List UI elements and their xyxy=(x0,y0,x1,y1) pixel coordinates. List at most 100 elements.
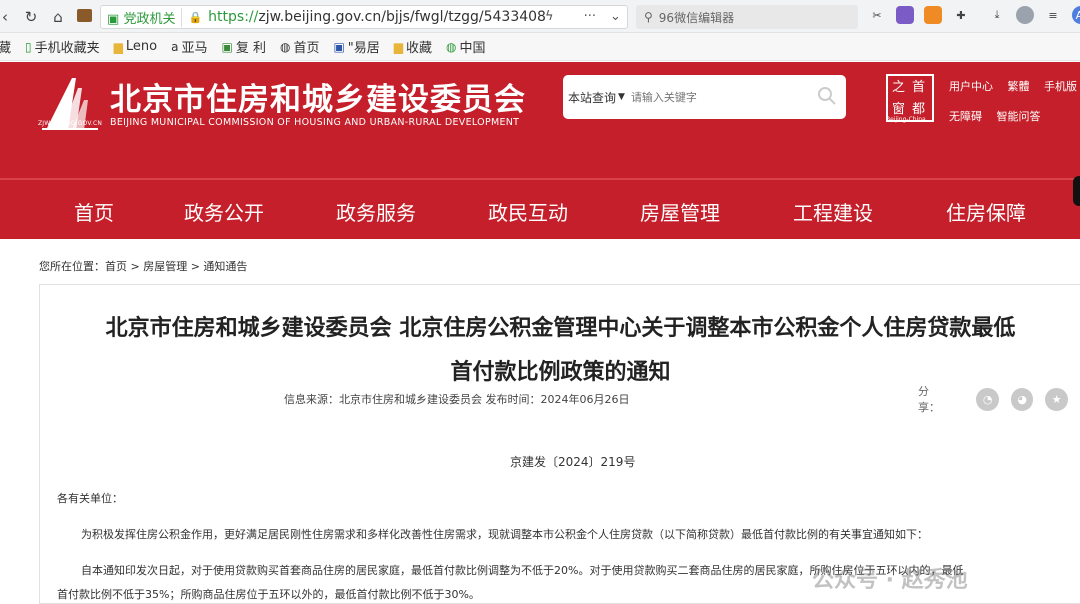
search-scope-select[interactable]: 本站查询 xyxy=(563,89,616,106)
ai-icon[interactable]: AI xyxy=(1072,6,1080,24)
bookmark-item[interactable]: ▣ 复 利 xyxy=(221,37,266,57)
logo-domain: ZJW.BEIJING.GOV.CN xyxy=(38,120,103,127)
smart-qa-link[interactable]: 智能问答 xyxy=(997,110,1041,123)
phone-icon: ▯ xyxy=(25,39,32,54)
salutation: 各有关单位： xyxy=(57,492,123,505)
browser-search[interactable]: ⚲ 96微信编辑器 xyxy=(636,5,858,29)
amazon-icon: a xyxy=(171,39,179,54)
bookmark-label: 藏 xyxy=(0,37,11,56)
share-bar: 分享： ◔ ◕ ★ xyxy=(918,383,1080,415)
refresh-icon[interactable]: ↻ xyxy=(18,4,44,30)
capital-char: 首 xyxy=(912,80,926,95)
bookmarks-bar: 藏 ▯ 手机收藏夹 ▆ Leno a 亚马 ▣ 复 利 ◍ 首页 ▣ "易居 ▆… xyxy=(0,33,1080,61)
site-search-input[interactable] xyxy=(630,90,811,104)
fox-icon[interactable] xyxy=(924,6,942,24)
app-icon: ▣ xyxy=(221,39,233,54)
site-header: ZJW.BEIJING.GOV.CN 北京市住房和城乡建设委员会 BEIJING… xyxy=(0,62,1080,178)
bookmark-label: 收藏 xyxy=(406,41,433,56)
site-badge-label: 党政机关 xyxy=(123,11,176,27)
doc-number: 京建发〔2024〕219号 xyxy=(510,455,636,469)
browser-toolbar: ‹ ↻ ⌂ ▣ 党政机关 🔒 https:// zjw.beijing.gov.… xyxy=(0,0,1080,33)
lock-icon: 🔒 xyxy=(188,10,203,24)
menu-icon[interactable]: ≡ xyxy=(1044,6,1062,24)
article-paragraph: 为积极发挥住房公积金作用，更好满足居民刚性住房需求和多样化改善性住房需求，现就调… xyxy=(81,528,928,541)
weibo-share-icon[interactable]: ◕ xyxy=(1010,387,1034,411)
more-icon[interactable]: ··· xyxy=(584,9,596,24)
address-actions: ϟ ··· ⌄ xyxy=(545,9,621,24)
nav-item-housing[interactable]: 房屋管理 xyxy=(640,197,720,226)
chevron-down-icon[interactable]: ▼ xyxy=(618,92,625,102)
puzzle-icon[interactable]: ✚ xyxy=(952,6,970,24)
top-links-row2: 无障碍 智能问答 xyxy=(949,108,1052,124)
side-tab[interactable] xyxy=(1073,176,1080,206)
nav-item-home[interactable]: 首页 xyxy=(74,197,114,226)
article-title: 北京市住房和城乡建设委员会 北京住房公积金管理中心关于调整本市公积金个人住房贷款… xyxy=(40,307,1080,395)
bookmark-item[interactable]: ▣ "易居 xyxy=(333,37,380,57)
nav-item-engineering[interactable]: 工程建设 xyxy=(793,197,873,226)
folder-icon: ▆ xyxy=(113,39,123,54)
scissors-icon[interactable]: ✂ xyxy=(868,6,886,24)
extension-icons: ✂ ✚ ⤓ ≡ AI xyxy=(868,6,1080,24)
globe-icon: ◍ xyxy=(279,39,291,54)
capital-char: 都 xyxy=(912,102,926,117)
nav-item-gov-affairs[interactable]: 政务公开 xyxy=(184,197,264,226)
home-icon[interactable]: ⌂ xyxy=(45,4,71,30)
bookmark-item[interactable]: ▆ Leno xyxy=(114,39,157,54)
bookmark-label: 亚马 xyxy=(181,41,208,56)
capital-window-logo[interactable]: 之 首 窗 都 xyxy=(886,74,934,122)
avatar-icon[interactable] xyxy=(1016,6,1034,24)
app-icon: ▣ xyxy=(333,39,345,54)
search-icon: ⚲ xyxy=(644,10,653,24)
bookmark-item[interactable]: 藏 xyxy=(0,37,11,56)
bookmark-label: "易居 xyxy=(347,41,380,56)
bookmark-label: 中国 xyxy=(459,41,486,56)
watermark: 公众号 · 赵秀池 xyxy=(812,568,968,593)
bookmark-item[interactable]: ▯ 手机收藏夹 xyxy=(25,37,100,57)
url-path: zjw.beijing.gov.cn/bjjs/fwgl/tzgg/543340… xyxy=(258,9,546,25)
article-meta: 信息来源：北京市住房和城乡建设委员会 发布时间：2024年06月26日 xyxy=(284,393,630,406)
shield-icon: ▣ xyxy=(107,11,120,27)
bookmark-label: Leno xyxy=(125,39,158,54)
bookmark-label: 复 利 xyxy=(235,41,266,56)
article: 北京市住房和城乡建设委员会 北京住房公积金管理中心关于调整本市公积金个人住房贷款… xyxy=(39,284,1080,604)
accessibility-link[interactable]: 无障碍 xyxy=(949,110,982,123)
article-paragraph: 首付款比例不低于35%；所购商品住房位于五环以外的，最低首付款比例不低于30%。 xyxy=(57,588,480,601)
briefcase-icon[interactable] xyxy=(77,9,92,22)
nav-item-gov-services[interactable]: 政务服务 xyxy=(336,197,416,226)
capital-caption: Beijing-China xyxy=(886,116,926,123)
bookmark-label: 手机收藏夹 xyxy=(34,41,100,56)
share-label: 分享： xyxy=(918,385,940,414)
capital-char: 窗 xyxy=(892,102,906,117)
commission-logo[interactable] xyxy=(38,74,104,138)
main-nav: 首页 政务公开 政务服务 政民互动 房屋管理 工程建设 住房保障 xyxy=(0,178,1080,239)
download-icon[interactable]: ⤓ xyxy=(988,6,1006,24)
traditional-link[interactable]: 繁體 xyxy=(1008,80,1030,93)
article-title-line1: 北京市住房和城乡建设委员会 北京住房公积金管理中心关于调整本市公积金个人住房贷款… xyxy=(105,316,1016,341)
back-icon[interactable]: ‹ xyxy=(0,4,18,30)
bookmark-item[interactable]: ◍ 中国 xyxy=(446,37,486,57)
site-title: 北京市住房和城乡建设委员会 xyxy=(110,82,526,118)
top-links-row1: 用户中心 繁體 手机版 xyxy=(949,78,1080,94)
capital-char: 之 xyxy=(892,80,906,95)
site-badge: ▣ 党政机关 xyxy=(107,7,183,27)
lightning-icon[interactable]: ϟ xyxy=(545,9,554,24)
bookmark-item[interactable]: ◍ 首页 xyxy=(279,37,320,57)
favorite-share-icon[interactable]: ★ xyxy=(1045,387,1068,411)
app-icon[interactable] xyxy=(896,6,914,24)
folder-icon: ▆ xyxy=(393,39,404,54)
breadcrumb[interactable]: 您所在位置：首页 > 房屋管理 > 通知通告 xyxy=(39,258,247,274)
bookmark-item[interactable]: a 亚马 xyxy=(171,37,208,57)
wechat-share-icon[interactable]: ◔ xyxy=(976,387,999,411)
url-protocol: https:// xyxy=(208,9,259,25)
nav-item-housing-security[interactable]: 住房保障 xyxy=(946,197,1026,226)
user-center-link[interactable]: 用户中心 xyxy=(949,80,993,93)
chevron-down-icon[interactable]: ⌄ xyxy=(610,9,621,24)
site-search: 本站查询 ▼ xyxy=(563,75,846,119)
mobile-link[interactable]: 手机版 xyxy=(1044,80,1077,93)
browser-search-text: 96微信编辑器 xyxy=(658,10,735,25)
nav-item-interaction[interactable]: 政民互动 xyxy=(488,197,568,226)
bookmark-label: 首页 xyxy=(293,41,320,56)
search-icon[interactable] xyxy=(816,85,838,107)
search-scope-label: 本站查询 xyxy=(568,90,617,105)
bookmark-item[interactable]: ▆ 收藏 xyxy=(393,37,433,57)
